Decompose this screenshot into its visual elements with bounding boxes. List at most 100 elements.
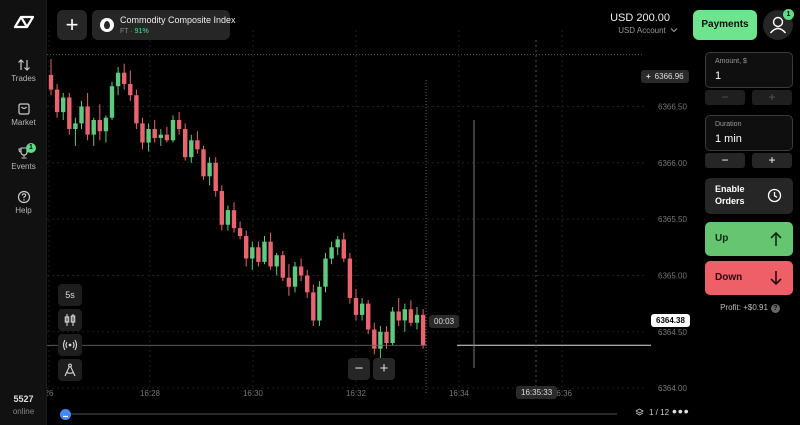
amount-increase-button[interactable]: + bbox=[752, 90, 792, 105]
add-chart-button[interactable]: + bbox=[57, 10, 87, 40]
amount-decrease-button[interactable]: − bbox=[705, 90, 745, 105]
candle-body bbox=[286, 277, 292, 287]
candle-body bbox=[366, 303, 371, 330]
candle-body bbox=[353, 297, 359, 315]
x-tick-label: 16:34 bbox=[449, 389, 470, 398]
candle-body bbox=[292, 266, 298, 287]
candle-body bbox=[329, 247, 334, 259]
candle-body bbox=[244, 236, 249, 259]
candle-body bbox=[262, 241, 267, 262]
candle-body bbox=[378, 331, 383, 349]
page-indicator-text: 1 / 12 bbox=[649, 408, 670, 417]
account-name: USD Account bbox=[618, 26, 666, 35]
candle-body bbox=[225, 210, 231, 225]
sidebar-item-label: Trades bbox=[11, 74, 36, 83]
candle-body bbox=[256, 247, 261, 262]
candle-body bbox=[359, 303, 365, 315]
high-price-tag[interactable]: +6366.96 bbox=[641, 70, 689, 83]
commodity-drop-icon bbox=[100, 18, 114, 32]
brand-logo-icon[interactable] bbox=[13, 14, 35, 30]
sidebar-item-label: Help bbox=[15, 206, 32, 215]
amount-label: Amount, $ bbox=[715, 58, 747, 65]
zoom-in-button[interactable]: + bbox=[373, 358, 395, 380]
amount-field[interactable]: Amount, $ 1 bbox=[705, 52, 793, 88]
clock-icon bbox=[767, 188, 782, 203]
sidebar-item-events[interactable]: 1 Events bbox=[0, 143, 47, 171]
y-tick-label: 6366.00 bbox=[658, 159, 687, 168]
candle-body bbox=[152, 129, 157, 139]
candle-body bbox=[67, 97, 72, 130]
candle-body bbox=[390, 311, 395, 344]
candle-body bbox=[305, 275, 310, 293]
account-balance[interactable]: USD 200.00 bbox=[610, 12, 670, 24]
asset-selector[interactable]: Commodity Composite Index FT · 91% bbox=[92, 10, 236, 40]
current-price-tag: 6364.38 bbox=[651, 314, 690, 327]
candle-body bbox=[128, 83, 133, 96]
duration-label: Duration bbox=[715, 121, 742, 128]
x-tick-label: 16:32 bbox=[346, 389, 367, 398]
events-badge: 1 bbox=[26, 143, 36, 153]
candle-body bbox=[189, 140, 194, 158]
duration-increase-button[interactable]: + bbox=[752, 153, 792, 168]
candle-body bbox=[219, 190, 224, 225]
duration-field[interactable]: Duration 1 min bbox=[705, 115, 793, 151]
signal-icon bbox=[62, 339, 78, 351]
indicators-button[interactable] bbox=[58, 334, 82, 356]
candle-body bbox=[79, 106, 84, 124]
timeframe-button[interactable]: 5s bbox=[58, 284, 82, 306]
help-icon[interactable]: ? bbox=[770, 304, 780, 313]
page-indicator[interactable]: 1 / 12 bbox=[635, 408, 669, 417]
sidebar-item-help[interactable]: Help bbox=[0, 190, 47, 215]
candle-body bbox=[231, 210, 237, 229]
online-count: 5527 bbox=[13, 394, 34, 404]
candle-body bbox=[73, 123, 78, 130]
duration-decrease-button[interactable]: − bbox=[705, 153, 745, 168]
candle-body bbox=[97, 120, 102, 132]
candle-body bbox=[48, 74, 54, 90]
x-tick-label: 16:28 bbox=[140, 389, 161, 398]
up-button[interactable]: Up bbox=[705, 222, 793, 256]
arrow-up-icon bbox=[770, 231, 782, 246]
sidebar-item-label: Events bbox=[11, 162, 36, 171]
chart-type-button[interactable] bbox=[58, 309, 82, 331]
candle-body bbox=[347, 258, 353, 298]
candle-body bbox=[158, 134, 163, 139]
candle-body bbox=[317, 286, 322, 321]
down-button[interactable]: Down bbox=[705, 261, 793, 295]
asset-payout: 91% bbox=[134, 28, 149, 35]
y-tick-label: 6365.00 bbox=[658, 271, 687, 280]
asset-name: Commodity Composite Index bbox=[120, 15, 236, 25]
scroll-indicator[interactable] bbox=[60, 409, 71, 420]
enable-orders-button[interactable]: Enable Orders bbox=[705, 178, 793, 214]
amount-value[interactable]: 1 bbox=[715, 70, 721, 82]
sidebar: Trades Market 1 Events Help 5527 online bbox=[0, 0, 47, 425]
profile-badge: 1 bbox=[783, 9, 794, 20]
zoom-out-button[interactable]: − bbox=[348, 358, 370, 380]
y-tick-label: 6364.00 bbox=[658, 384, 687, 393]
candle-body bbox=[170, 120, 176, 141]
candle-body bbox=[164, 134, 170, 141]
payments-button[interactable]: Payments bbox=[693, 10, 757, 40]
compass-icon bbox=[64, 363, 76, 377]
candle-body bbox=[134, 95, 139, 124]
account-selector[interactable]: USD Account bbox=[618, 26, 678, 35]
candle-body bbox=[268, 241, 273, 267]
profit-info: Profit: +$0.91? bbox=[700, 303, 800, 313]
online-label: online bbox=[12, 407, 35, 416]
candle-body bbox=[61, 97, 66, 113]
sidebar-item-trades[interactable]: Trades bbox=[0, 58, 47, 83]
candle-body bbox=[140, 123, 145, 143]
arrow-down-icon bbox=[770, 271, 782, 286]
candle-body bbox=[372, 329, 377, 349]
drawing-tools-button[interactable] bbox=[58, 359, 82, 381]
asset-type: FT · bbox=[120, 28, 135, 35]
sidebar-item-market[interactable]: Market bbox=[0, 102, 47, 127]
duration-value[interactable]: 1 min bbox=[715, 133, 742, 145]
down-label: Down bbox=[715, 272, 743, 283]
more-options-icon[interactable]: ••• bbox=[672, 403, 690, 419]
candle-body bbox=[103, 117, 109, 132]
candle-body bbox=[122, 72, 127, 84]
candle-body bbox=[280, 255, 285, 278]
candle-body bbox=[341, 239, 346, 259]
candle-body bbox=[335, 239, 340, 248]
